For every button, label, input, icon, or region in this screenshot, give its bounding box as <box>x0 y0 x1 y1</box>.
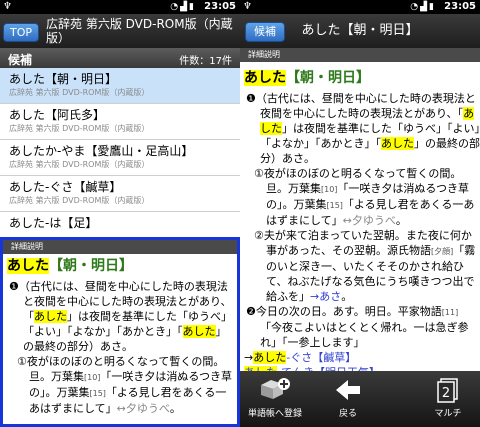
wifi-icon: ◔ <box>170 2 181 12</box>
multi-count-badge: 2 <box>442 386 450 401</box>
entry-content[interactable]: あした【朝・明日】 ❶（古代には、昼間を中心にした時の表現法と夜間を中心にした時… <box>244 68 480 380</box>
list-item-title: あした【朝・明日】 <box>9 72 118 86</box>
signal-icons: ◔▟▮ <box>170 0 196 14</box>
title-bar: TOP 広辞苑 第六版 DVD-ROM版（内蔵版） <box>0 14 240 48</box>
usb-icon: ♆ <box>3 1 12 12</box>
title-bar: あした【朝・明日】 候補 <box>240 14 480 48</box>
list-item-title: あした‐ぐさ【鹹草】 <box>9 180 122 194</box>
multi-window-icon: 2 <box>437 378 458 403</box>
cross-reference-link[interactable]: →あさ <box>310 290 341 303</box>
subsense-1: ①夜がほのぼのと明るくなって暫くの間。旦。万葉集[10]「一咲き夕は消ぬるつき草… <box>254 167 475 227</box>
sense-2: ❷今日の次の日。あす。明日。平家物語[11]「今夜こよいはとくとく帰れ。一は急ぎ… <box>246 305 469 349</box>
multi-button[interactable]: 2 マルチ <box>416 371 480 427</box>
headword: あした【朝・明日】 <box>7 258 133 274</box>
list-item[interactable]: あした‐ぐさ【鹹草】 広辞苑 第六版 DVD-ROM版（内蔵版） <box>0 176 240 212</box>
candidate-list: あした【朝・明日】 広辞苑 第六版 DVD-ROM版（内蔵版） あした【阿氏多】… <box>0 68 240 248</box>
back-label: 戻る <box>338 409 357 419</box>
add-to-wordbook-button[interactable]: 単語帳へ登録 <box>240 371 310 427</box>
subsense-1: ①夜がほのぼのと明るくなって暫くの間。旦。万葉集[10]「一咲き夕は消ぬるつき草… <box>17 355 232 415</box>
battery-icon: ▮ <box>189 2 196 12</box>
battery-icon: ▮ <box>429 2 436 12</box>
candidate-header: 候補 件数：17件 <box>0 48 240 68</box>
candidates-back-button[interactable]: 候補 <box>245 22 285 42</box>
clock: 23:05 <box>444 1 476 12</box>
dictionary-title: 広辞苑 第六版 DVD-ROM版（内蔵版） <box>46 17 233 45</box>
entry-content: あした【朝・明日】 ❶（古代には、昼間を中心にした時の表現法と夜間を中心にした時… <box>7 256 235 416</box>
usb-icon: ♆ <box>243 1 252 12</box>
signal-icon: ▟ <box>420 2 430 12</box>
list-item-source: 広辞苑 第六版 DVD-ROM版（内蔵版） <box>9 124 150 133</box>
status-bar: ♆ ◔▟▮ 23:05 <box>0 0 240 14</box>
detail-label: 詳細説明 <box>240 48 480 62</box>
signal-icons: ◔▟▮ <box>410 0 436 14</box>
list-item-source: 広辞苑 第六版 DVD-ROM版（内蔵版） <box>9 160 150 169</box>
candidate-header-label: 候補 <box>8 53 33 67</box>
list-item-title: あしたか‐やま【愛鷹山・足高山】 <box>9 144 194 158</box>
back-arrow-icon <box>336 380 360 400</box>
sense-1: ❶（古代には、昼間を中心にした時の表現法と夜間を中心にした時の表現法とがあり、「… <box>9 280 232 353</box>
list-item-source: 広辞苑 第六版 DVD-ROM版（内蔵版） <box>9 88 150 97</box>
back-button[interactable]: 戻る <box>318 371 378 427</box>
add-to-wordbook-label: 単語帳へ登録 <box>247 409 302 419</box>
bottom-toolbar: 単語帳へ登録 戻る 2 マルチ <box>240 371 480 427</box>
clock: 23:05 <box>204 1 236 12</box>
sense-1: ❶（古代には、昼間を中心にした時の表現法と夜間を中心にした時の表現法とがあり、「… <box>246 92 480 165</box>
list-item-title: あした‐は【足】 <box>9 216 98 230</box>
left-screen: ♆ ◔▟▮ 23:05 TOP 広辞苑 第六版 DVD-ROM版（内蔵版） 候補… <box>0 0 240 427</box>
right-screen: ♆ ◔▟▮ 23:05 あした【朝・明日】 候補 詳細説明 あした【朝・明日】 … <box>240 0 480 427</box>
detail-label: 詳細説明 <box>3 240 237 254</box>
list-item[interactable]: あした【朝・明日】 広辞苑 第六版 DVD-ROM版（内蔵版） <box>0 68 240 104</box>
list-item-source: 広辞苑 第六版 DVD-ROM版（内蔵版） <box>9 196 150 205</box>
status-bar: ♆ ◔▟▮ 23:05 <box>240 0 480 14</box>
subsense-2: ②夫が来て泊まっていた翌朝。また夜に何か事があった、その翌朝。源氏物語[夕顔]「… <box>254 229 476 303</box>
add-to-wordbook-icon <box>261 378 290 399</box>
wifi-icon: ◔ <box>410 2 421 12</box>
result-count: 件数：17件 <box>179 56 232 67</box>
list-item[interactable]: あした【阿氏多】 広辞苑 第六版 DVD-ROM版（内蔵版） <box>0 104 240 140</box>
related-entry-link[interactable]: →あした‐ぐさ【鹹草】 <box>244 350 480 365</box>
detail-panel[interactable]: 詳細説明 あした【朝・明日】 ❶（古代には、昼間を中心にした時の表現法と夜間を中… <box>0 237 240 427</box>
top-button[interactable]: TOP <box>3 23 39 42</box>
headword: あした【朝・明日】 <box>244 70 370 86</box>
signal-icon: ▟ <box>180 2 190 12</box>
list-item-title: あした【阿氏多】 <box>9 108 106 122</box>
list-item[interactable]: あしたか‐やま【愛鷹山・足高山】 広辞苑 第六版 DVD-ROM版（内蔵版） <box>0 140 240 176</box>
multi-label: マルチ <box>434 409 462 419</box>
